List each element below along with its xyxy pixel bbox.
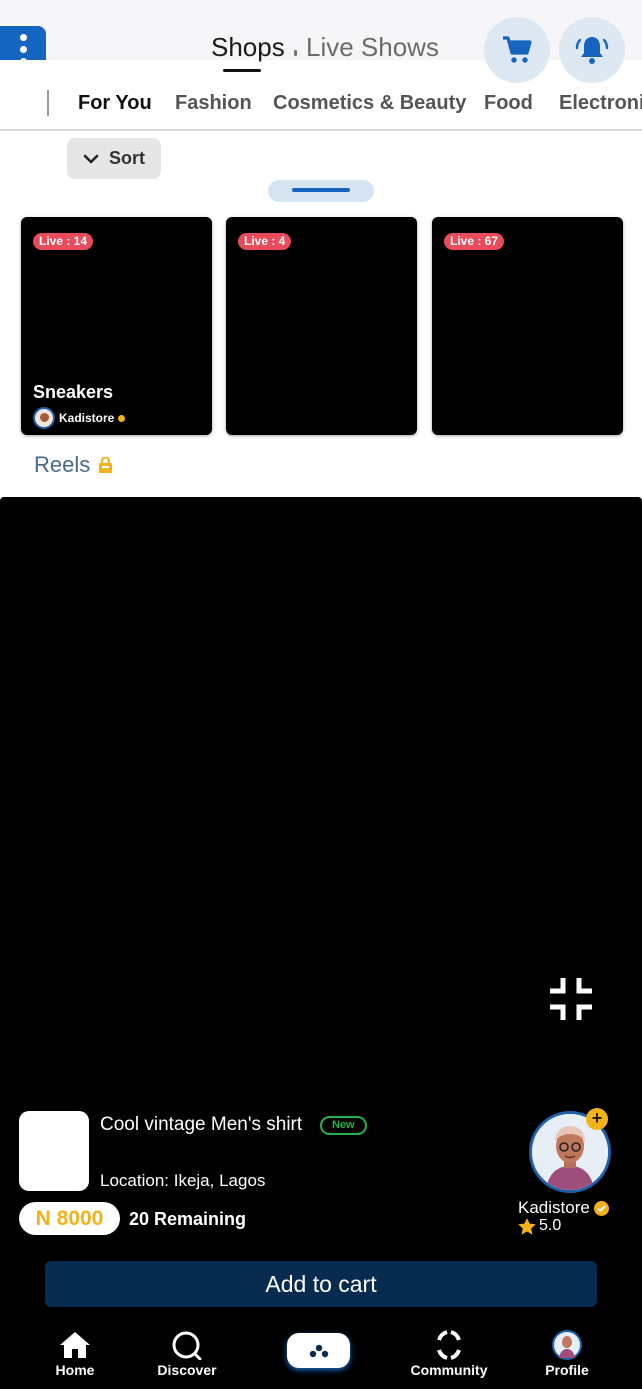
category-tab-fashion[interactable]: Fashion [175, 92, 252, 115]
tab-shops-label: Shops [211, 32, 285, 62]
tab-live-shows[interactable]: Live Shows [306, 32, 439, 72]
nav-home-label: Home [55, 1362, 95, 1378]
avatar [33, 407, 55, 429]
active-tab-underline [223, 69, 261, 72]
nav-profile[interactable]: Profile [522, 1330, 612, 1378]
category-tab-food[interactable]: Food [484, 92, 533, 115]
product-thumbnail[interactable] [19, 1111, 89, 1191]
reels-label: Reels [34, 452, 91, 477]
live-count-badge: Live : 67 [444, 233, 505, 250]
category-tab-for-you[interactable]: For You [78, 92, 152, 115]
verified-icon [118, 414, 126, 422]
category-tab-electronics[interactable]: Electronic [559, 92, 642, 115]
product-price: N 8000 [19, 1202, 120, 1235]
add-to-cart-button[interactable]: Add to cart [45, 1261, 597, 1307]
sort-button[interactable]: Sort [67, 138, 161, 179]
rating-value: 5.0 [539, 1217, 562, 1234]
nav-community-label: Community [410, 1362, 488, 1378]
search-icon [172, 1331, 202, 1360]
avatar-icon [552, 1330, 582, 1360]
reels-header[interactable]: Reels [34, 452, 113, 478]
chevron-down-icon [83, 154, 99, 163]
reel-video[interactable] [0, 497, 642, 1389]
new-badge: New [320, 1116, 367, 1135]
collapse-icon[interactable] [548, 976, 594, 1022]
product-name[interactable]: Cool vintage Men's shirt [100, 1114, 302, 1136]
nav-community[interactable]: Community [404, 1330, 494, 1378]
live-card[interactable]: Live : 4 [226, 217, 417, 435]
live-count-badge: Live : 14 [33, 233, 94, 250]
verified-icon [593, 1200, 609, 1216]
nav-discover[interactable]: Discover [142, 1330, 232, 1378]
seller-rating: 5.0 [518, 1217, 561, 1235]
tab-live-shows-label: Live Shows [306, 32, 439, 62]
home-icon [60, 1332, 90, 1358]
tab-shops[interactable]: Shops [211, 32, 285, 72]
drag-handle-bar [292, 188, 350, 192]
gamepad-icon [309, 1344, 328, 1357]
follow-plus-icon[interactable]: + [586, 1108, 608, 1130]
live-card-title: Sneakers [33, 382, 114, 402]
shopping-bag-icon [99, 456, 113, 473]
community-icon [437, 1330, 461, 1360]
cart-button[interactable] [484, 17, 550, 83]
nav-games[interactable] [287, 1333, 350, 1368]
bell-ringing-icon [575, 37, 609, 64]
tab-separator [294, 50, 297, 56]
notifications-button[interactable] [559, 17, 625, 83]
stock-remaining: 20 Remaining [129, 1209, 247, 1229]
cart-icon [503, 36, 532, 63]
store-name: Kadistore [59, 411, 115, 425]
seller-name: Kadistore [518, 1198, 590, 1217]
live-card-store[interactable]: Kadistore [33, 407, 126, 429]
seller-name-row[interactable]: Kadistore [518, 1198, 609, 1218]
live-card[interactable]: Live : 67 [432, 217, 623, 435]
star-icon [518, 1217, 536, 1235]
nav-profile-label: Profile [545, 1362, 589, 1378]
product-location: Location: Ikeja, Lagos [100, 1171, 266, 1190]
menu-dot-icon [19, 33, 27, 41]
drag-handle[interactable] [268, 180, 374, 202]
live-card[interactable]: Live : 14 Sneakers Kadistore [21, 217, 212, 435]
live-count-badge: Live : 4 [238, 233, 292, 250]
category-tab-cosmetics-beauty[interactable]: Cosmetics & Beauty [273, 92, 466, 115]
menu-dot-icon [19, 45, 27, 53]
category-divider [47, 90, 49, 116]
nav-home[interactable]: Home [30, 1330, 120, 1378]
sort-label: Sort [109, 148, 145, 168]
nav-discover-label: Discover [157, 1362, 217, 1378]
